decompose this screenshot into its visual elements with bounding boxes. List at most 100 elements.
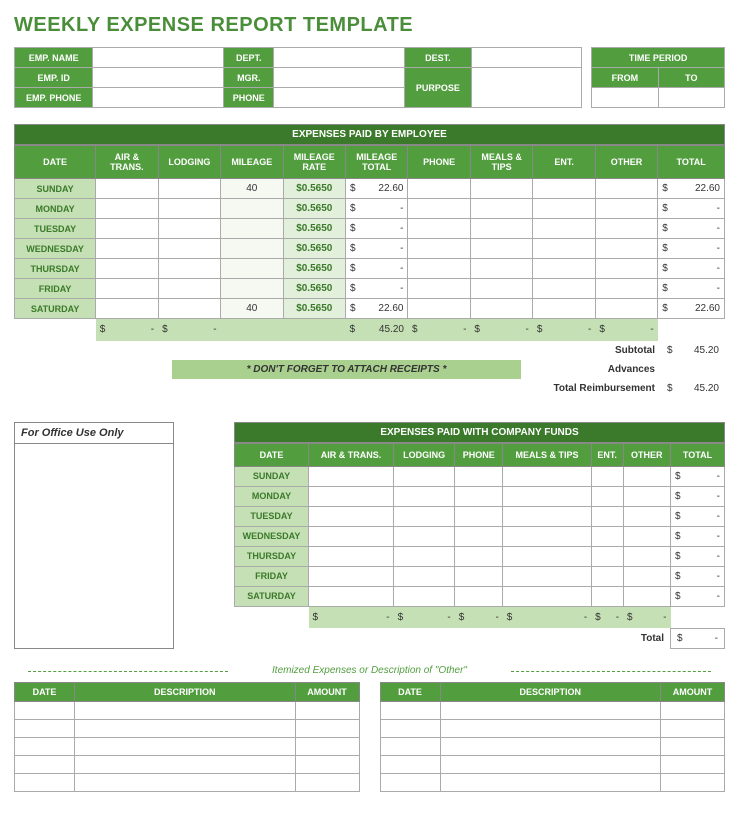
cell-mileage[interactable] — [221, 279, 283, 299]
day-cell: MONDAY — [235, 486, 309, 506]
col-header: OTHER — [595, 146, 657, 179]
office-use-area[interactable] — [15, 444, 173, 624]
input-emp-id[interactable] — [93, 68, 224, 88]
cell-total: $- — [671, 586, 725, 606]
cell-ent[interactable] — [533, 299, 595, 319]
col-header: DESCRIPTION — [75, 683, 296, 702]
input-emp-name[interactable] — [93, 48, 224, 68]
cell-phone[interactable] — [408, 179, 470, 199]
cell-lodging[interactable] — [158, 199, 220, 219]
cell-mileage[interactable] — [221, 259, 283, 279]
input-to[interactable] — [658, 88, 724, 108]
input-from[interactable] — [592, 88, 658, 108]
col-header: DATE — [235, 443, 309, 466]
cell-meals[interactable] — [470, 179, 532, 199]
cell-lodging[interactable] — [158, 219, 220, 239]
cell-total: $- — [671, 506, 725, 526]
cell-miletotal: $22.60 — [346, 179, 408, 199]
itemized-divider: Itemized Expenses or Description of "Oth… — [14, 665, 725, 676]
cell-other[interactable] — [595, 179, 657, 199]
cell-ent[interactable] — [533, 259, 595, 279]
cell-total: $- — [671, 566, 725, 586]
cell-ent[interactable] — [533, 219, 595, 239]
cell-air[interactable] — [96, 259, 158, 279]
advances-value[interactable] — [661, 360, 725, 379]
col-header: TOTAL — [658, 146, 725, 179]
cell-phone[interactable] — [408, 259, 470, 279]
cell-air[interactable] — [96, 219, 158, 239]
input-dept[interactable] — [274, 48, 405, 68]
col-header: AIR & TRANS. — [309, 443, 394, 466]
cell-meals[interactable] — [470, 239, 532, 259]
table-row: THURSDAY$- — [235, 546, 725, 566]
day-cell: WEDNESDAY — [235, 526, 309, 546]
cell-total: $22.60 — [658, 179, 725, 199]
cell-rate: $0.5650 — [283, 179, 345, 199]
cell-total: $- — [658, 279, 725, 299]
cell-phone[interactable] — [408, 199, 470, 219]
reimbursement-value: $45.20 — [661, 379, 725, 398]
cell-lodging[interactable] — [158, 299, 220, 319]
cell-other[interactable] — [595, 219, 657, 239]
cell-other[interactable] — [595, 279, 657, 299]
cell-phone[interactable] — [408, 239, 470, 259]
cell-meals[interactable] — [470, 219, 532, 239]
cell-ent[interactable] — [533, 239, 595, 259]
cell-air[interactable] — [96, 239, 158, 259]
cell-other[interactable] — [595, 259, 657, 279]
cell-meals[interactable] — [470, 199, 532, 219]
cell-air[interactable] — [96, 199, 158, 219]
table-row: WEDNESDAY$0.5650$-$- — [15, 239, 725, 259]
day-cell: WEDNESDAY — [15, 239, 96, 259]
col-header: PHONE — [408, 146, 470, 179]
col-header: MEALS & TIPS — [470, 146, 532, 179]
cell-lodging[interactable] — [158, 259, 220, 279]
cell-phone[interactable] — [408, 299, 470, 319]
day-cell: THURSDAY — [15, 259, 96, 279]
table-row: THURSDAY$0.5650$-$- — [15, 259, 725, 279]
cell-meals[interactable] — [470, 299, 532, 319]
cell-mileage[interactable] — [221, 239, 283, 259]
subtotal-value: $45.20 — [661, 341, 725, 360]
cell-ent[interactable] — [533, 179, 595, 199]
cell-other[interactable] — [595, 239, 657, 259]
cell-miletotal: $- — [346, 239, 408, 259]
cell-rate: $0.5650 — [283, 199, 345, 219]
cell-lodging[interactable] — [158, 239, 220, 259]
cell-mileage[interactable]: 40 — [221, 179, 283, 199]
itemized-table-left: DATEDESCRIPTIONAMOUNT — [14, 682, 360, 792]
input-mgr[interactable] — [274, 68, 405, 88]
cell-other[interactable] — [595, 199, 657, 219]
day-cell: SATURDAY — [235, 586, 309, 606]
cell-rate: $0.5650 — [283, 239, 345, 259]
cell-lodging[interactable] — [158, 179, 220, 199]
day-cell: SUNDAY — [15, 179, 96, 199]
day-cell: SUNDAY — [235, 466, 309, 486]
cell-ent[interactable] — [533, 279, 595, 299]
cell-phone[interactable] — [408, 219, 470, 239]
input-purpose[interactable] — [471, 68, 582, 108]
reimbursement-label: Total Reimbursement — [521, 379, 661, 398]
company-funds-table: DATEAIR & TRANS.LODGINGPHONEMEALS & TIPS… — [234, 443, 725, 629]
cell-phone[interactable] — [408, 279, 470, 299]
cell-air[interactable] — [96, 279, 158, 299]
office-use-box: For Office Use Only — [14, 422, 174, 650]
cell-mileage[interactable] — [221, 219, 283, 239]
input-emp-phone[interactable] — [93, 88, 224, 108]
input-phone[interactable] — [274, 88, 405, 108]
cell-ent[interactable] — [533, 199, 595, 219]
label-from: FROM — [592, 68, 658, 88]
cell-air[interactable] — [96, 179, 158, 199]
day-cell: THURSDAY — [235, 546, 309, 566]
col-header: OTHER — [623, 443, 670, 466]
cell-lodging[interactable] — [158, 279, 220, 299]
cell-air[interactable] — [96, 299, 158, 319]
cell-mileage[interactable]: 40 — [221, 299, 283, 319]
cell-other[interactable] — [595, 299, 657, 319]
input-dest[interactable] — [471, 48, 582, 68]
label-dest: DEST. — [405, 48, 471, 68]
cell-meals[interactable] — [470, 259, 532, 279]
cell-mileage[interactable] — [221, 199, 283, 219]
cell-meals[interactable] — [470, 279, 532, 299]
company-funds-banner: EXPENSES PAID WITH COMPANY FUNDS — [234, 422, 725, 443]
